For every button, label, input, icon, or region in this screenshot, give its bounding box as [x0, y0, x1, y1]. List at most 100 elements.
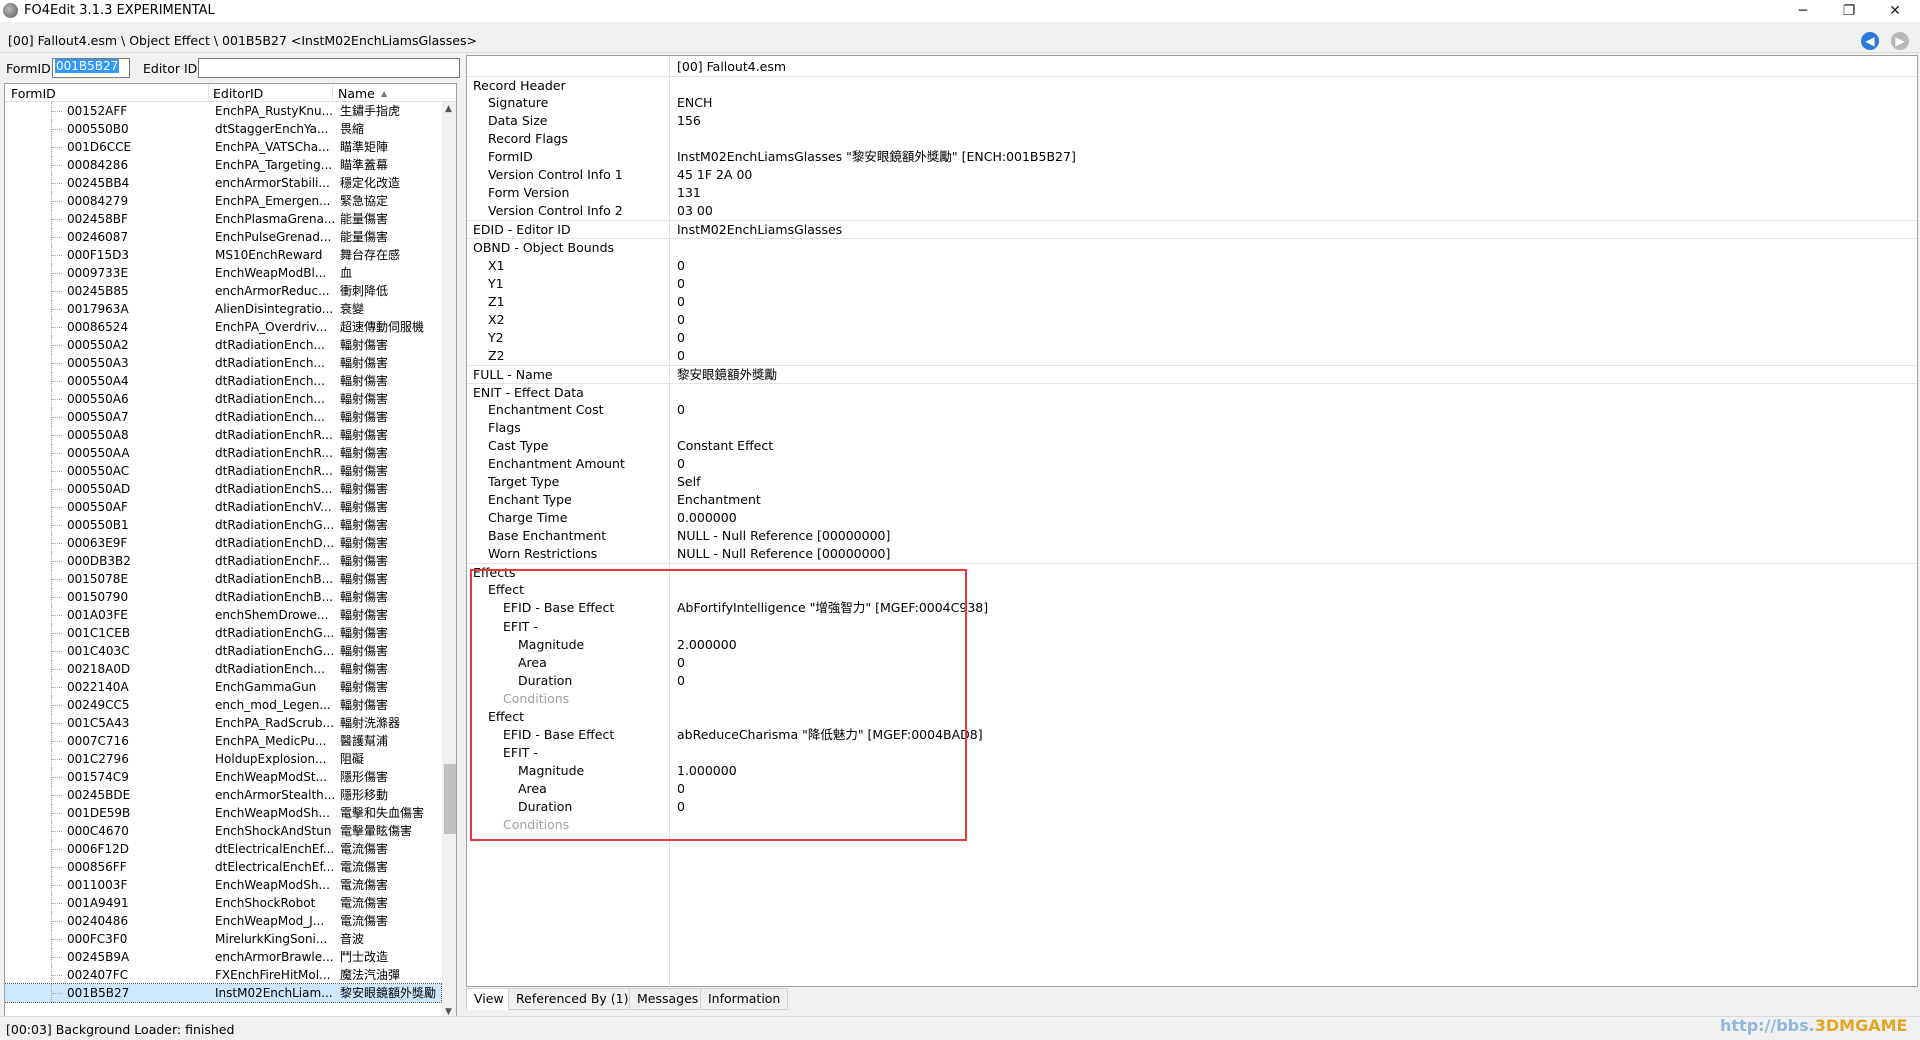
row-editorid: dtRadiationEnchG...	[215, 518, 335, 532]
record-field-row[interactable]: Enchant Type Enchantment	[467, 491, 1917, 509]
tree-row[interactable]: 001C2796 HoldupExplosion... 阻礙	[5, 750, 441, 768]
tree-row[interactable]: 000DB3B2 dtRadiationEnchF... 輻射傷害	[5, 552, 441, 570]
record-field-row[interactable]: Data Size 156	[467, 112, 1917, 130]
tree-row[interactable]: 001A03FE enchShemDrowe... 輻射傷害	[5, 606, 441, 624]
record-field-row[interactable]: Z2 0	[467, 347, 1917, 365]
tab-messages[interactable]: Messages	[629, 988, 707, 1010]
record-field-row[interactable]: Version Control Info 2 03 00	[467, 202, 1917, 220]
tree-row[interactable]: 001A9491 EnchShockRobot 電流傷害	[5, 894, 441, 912]
record-field-row[interactable]: Z1 0	[467, 293, 1917, 311]
column-divider[interactable]	[208, 84, 209, 102]
tree-row[interactable]: 00246087 EnchPulseGrenad... 能量傷害	[5, 228, 441, 246]
tree-row[interactable]: 001C5A43 EnchPA_RadScrub... 輻射洗滌器	[5, 714, 441, 732]
tree-row[interactable]: 001C1CEB dtRadiationEnchG... 輻射傷害	[5, 624, 441, 642]
column-name[interactable]: Name	[338, 86, 375, 101]
record-field-row[interactable]: X1 0	[467, 257, 1917, 275]
record-field-row[interactable]: Flags	[467, 419, 1917, 437]
tree-row[interactable]: 000856FF dtElectricalEnchEf... 電流傷害	[5, 858, 441, 876]
tree-row[interactable]: 000550AC dtRadiationEnchR... 輻射傷害	[5, 462, 441, 480]
panel-splitter[interactable]	[460, 55, 464, 1015]
record-field-row[interactable]: Record Header	[467, 76, 1917, 94]
scroll-thumb[interactable]	[444, 764, 456, 834]
record-field-row[interactable]: OBND - Object Bounds	[467, 238, 1917, 256]
tab-information[interactable]: Information	[700, 988, 789, 1010]
record-field-row[interactable]: X2 0	[467, 311, 1917, 329]
tree-row[interactable]: 000550A3 dtRadiationEnch... 輻射傷害	[5, 354, 441, 372]
record-field-row[interactable]: Form Version 131	[467, 184, 1917, 202]
tree-row[interactable]: 00245B9A enchArmorBrawle... 鬥士改造	[5, 948, 441, 966]
tree-row[interactable]: 0015078E dtRadiationEnchB... 輻射傷害	[5, 570, 441, 588]
record-field-row[interactable]: Y1 0	[467, 275, 1917, 293]
back-arrow-icon[interactable]: ◀	[1861, 32, 1879, 50]
tree-row[interactable]: 001B5B27 InstM02EnchLiam... 黎安眼鏡額外獎勵	[5, 983, 442, 1003]
record-field-row[interactable]: EDID - Editor ID InstM02EnchLiamsGlasses	[467, 220, 1917, 238]
tree-row[interactable]: 00063E9F dtRadiationEnchD... 輻射傷害	[5, 534, 441, 552]
tree-row[interactable]: 001C403C dtRadiationEnchG... 輻射傷害	[5, 642, 441, 660]
row-editorid: FXEnchFireHitMol...	[215, 968, 331, 982]
tree-row[interactable]: 000550AF dtRadiationEnchV... 輻射傷害	[5, 498, 441, 516]
tree-row[interactable]: 00245BDE enchArmorStealth... 隱形移動	[5, 786, 441, 804]
tab-view[interactable]: View	[466, 988, 512, 1010]
record-tree[interactable]: FormID EditorID Name ▲ 00152AFF EnchPA_Ru…	[4, 83, 457, 1018]
record-field-row[interactable]: Charge Time 0.000000	[467, 509, 1917, 527]
record-field-row[interactable]: Record Flags	[467, 130, 1917, 148]
tree-row[interactable]: 00240486 EnchWeapMod_J... 電流傷害	[5, 912, 441, 930]
tree-row[interactable]: 000550B1 dtRadiationEnchG... 輻射傷害	[5, 516, 441, 534]
record-field-row[interactable]: Cast Type Constant Effect	[467, 437, 1917, 455]
tree-row[interactable]: 000550A8 dtRadiationEnchR... 輻射傷害	[5, 426, 441, 444]
tree-row[interactable]: 000550A2 dtRadiationEnch... 輻射傷害	[5, 336, 441, 354]
editorid-input[interactable]	[198, 58, 460, 78]
tree-row[interactable]: 00245B85 enchArmorReduc... 衝刺降低	[5, 282, 441, 300]
minimize-button[interactable]: ─	[1780, 0, 1826, 22]
tree-row[interactable]: 002458BF EnchPlasmaGrena... 能量傷害	[5, 210, 441, 228]
record-field-row[interactable]: Enchantment Amount 0	[467, 455, 1917, 473]
tree-row[interactable]: 002407FC FXEnchFireHitMol... 魔法汽油彈	[5, 966, 441, 984]
tab-referenced-by[interactable]: Referenced By (1)	[508, 988, 637, 1010]
tree-row[interactable]: 00086524 EnchPA_Overdriv... 超速傳動伺服機	[5, 318, 441, 336]
tree-row[interactable]: 000550A7 dtRadiationEnch... 輻射傷害	[5, 408, 441, 426]
tree-row[interactable]: 00152AFF EnchPA_RustyKnu... 生鏽手指虎	[5, 102, 441, 120]
tree-row[interactable]: 001574C9 EnchWeapModSt... 隱形傷害	[5, 768, 441, 786]
record-field-row[interactable]: Enchantment Cost 0	[467, 401, 1917, 419]
record-field-row[interactable]: ENIT - Effect Data	[467, 382, 1917, 401]
tree-row[interactable]: 00084279 EnchPA_Emergen... 緊急協定	[5, 192, 441, 210]
tree-row[interactable]: 00084286 EnchPA_Targeting... 瞄準蓋幕	[5, 156, 441, 174]
tree-row[interactable]: 0017963A AlienDisintegratio... 衰變	[5, 300, 441, 318]
formid-input[interactable]: 001B5B27	[52, 58, 130, 78]
tree-row[interactable]: 000F15D3 MS10EnchReward 舞台存在感	[5, 246, 441, 264]
tree-row[interactable]: 000550AD dtRadiationEnchS... 輻射傷害	[5, 480, 441, 498]
record-field-row[interactable]: Version Control Info 1 45 1F 2A 00	[467, 166, 1917, 184]
tree-row[interactable]: 0007C716 EnchPA_MedicPu... 醫護幫浦	[5, 732, 441, 750]
record-field-row[interactable]: Worn Restrictions NULL - Null Reference […	[467, 545, 1917, 563]
record-field-row[interactable]: Base Enchantment NULL - Null Reference [0…	[467, 527, 1917, 545]
tree-row[interactable]: 001D6CCE EnchPA_VATSCha... 瞄準矩陣	[5, 138, 441, 156]
tree-row[interactable]: 0011003F EnchWeapModSh... 電流傷害	[5, 876, 441, 894]
tree-row[interactable]: 00245BB4 enchArmorStabili... 穩定化改造	[5, 174, 441, 192]
close-button[interactable]: ✕	[1872, 0, 1918, 22]
scroll-up-icon[interactable]: ▲	[445, 104, 452, 114]
column-editorid[interactable]: EditorID	[213, 86, 263, 101]
tree-row[interactable]: 000C4670 EnchShockAndStun 電擊暈眩傷害	[5, 822, 441, 840]
record-field-row[interactable]: FormID InstM02EnchLiamsGlasses "黎安眼鏡額外獎勵"…	[467, 148, 1917, 166]
record-field-row[interactable]: Y2 0	[467, 329, 1917, 347]
tree-row[interactable]: 000550A6 dtRadiationEnch... 輻射傷害	[5, 390, 441, 408]
record-field-row[interactable]: Signature ENCH	[467, 94, 1917, 112]
record-field-row[interactable]: Target Type Self	[467, 473, 1917, 491]
tree-row[interactable]: 0022140A EnchGammaGun 輻射傷害	[5, 678, 441, 696]
tree-row[interactable]: 000FC3F0 MirelurkKingSoni... 音波	[5, 930, 441, 948]
tree-row[interactable]: 000550AA dtRadiationEnchR... 輻射傷害	[5, 444, 441, 462]
tree-row[interactable]: 00249CC5 ench_mod_Legen... 輻射傷害	[5, 696, 441, 714]
tree-row[interactable]: 0006F12D dtElectricalEnchEf... 電流傷害	[5, 840, 441, 858]
tree-row[interactable]: 001DE59B EnchWeapModSh... 電擊和失血傷害	[5, 804, 441, 822]
restore-button[interactable]: ❐	[1826, 0, 1872, 22]
forward-arrow-icon[interactable]: ▶	[1891, 32, 1909, 50]
record-field-row[interactable]: FULL - Name 黎安眼鏡額外獎勵	[467, 364, 1917, 383]
column-formid[interactable]: FormID	[11, 86, 56, 101]
tree-row[interactable]: 000550B0 dtStaggerEnchYa... 畏縮	[5, 120, 441, 138]
tree-scrollbar[interactable]: ▲ ▼	[442, 102, 456, 1017]
tree-row[interactable]: 00150790 dtRadiationEnchB... 輻射傷害	[5, 588, 441, 606]
column-divider[interactable]	[332, 84, 333, 102]
tree-row[interactable]: 0009733E EnchWeapModBl... 血	[5, 264, 441, 282]
tree-row[interactable]: 000550A4 dtRadiationEnch... 輻射傷害	[5, 372, 441, 390]
tree-row[interactable]: 00218A0D dtRadiationEnch... 輻射傷害	[5, 660, 441, 678]
